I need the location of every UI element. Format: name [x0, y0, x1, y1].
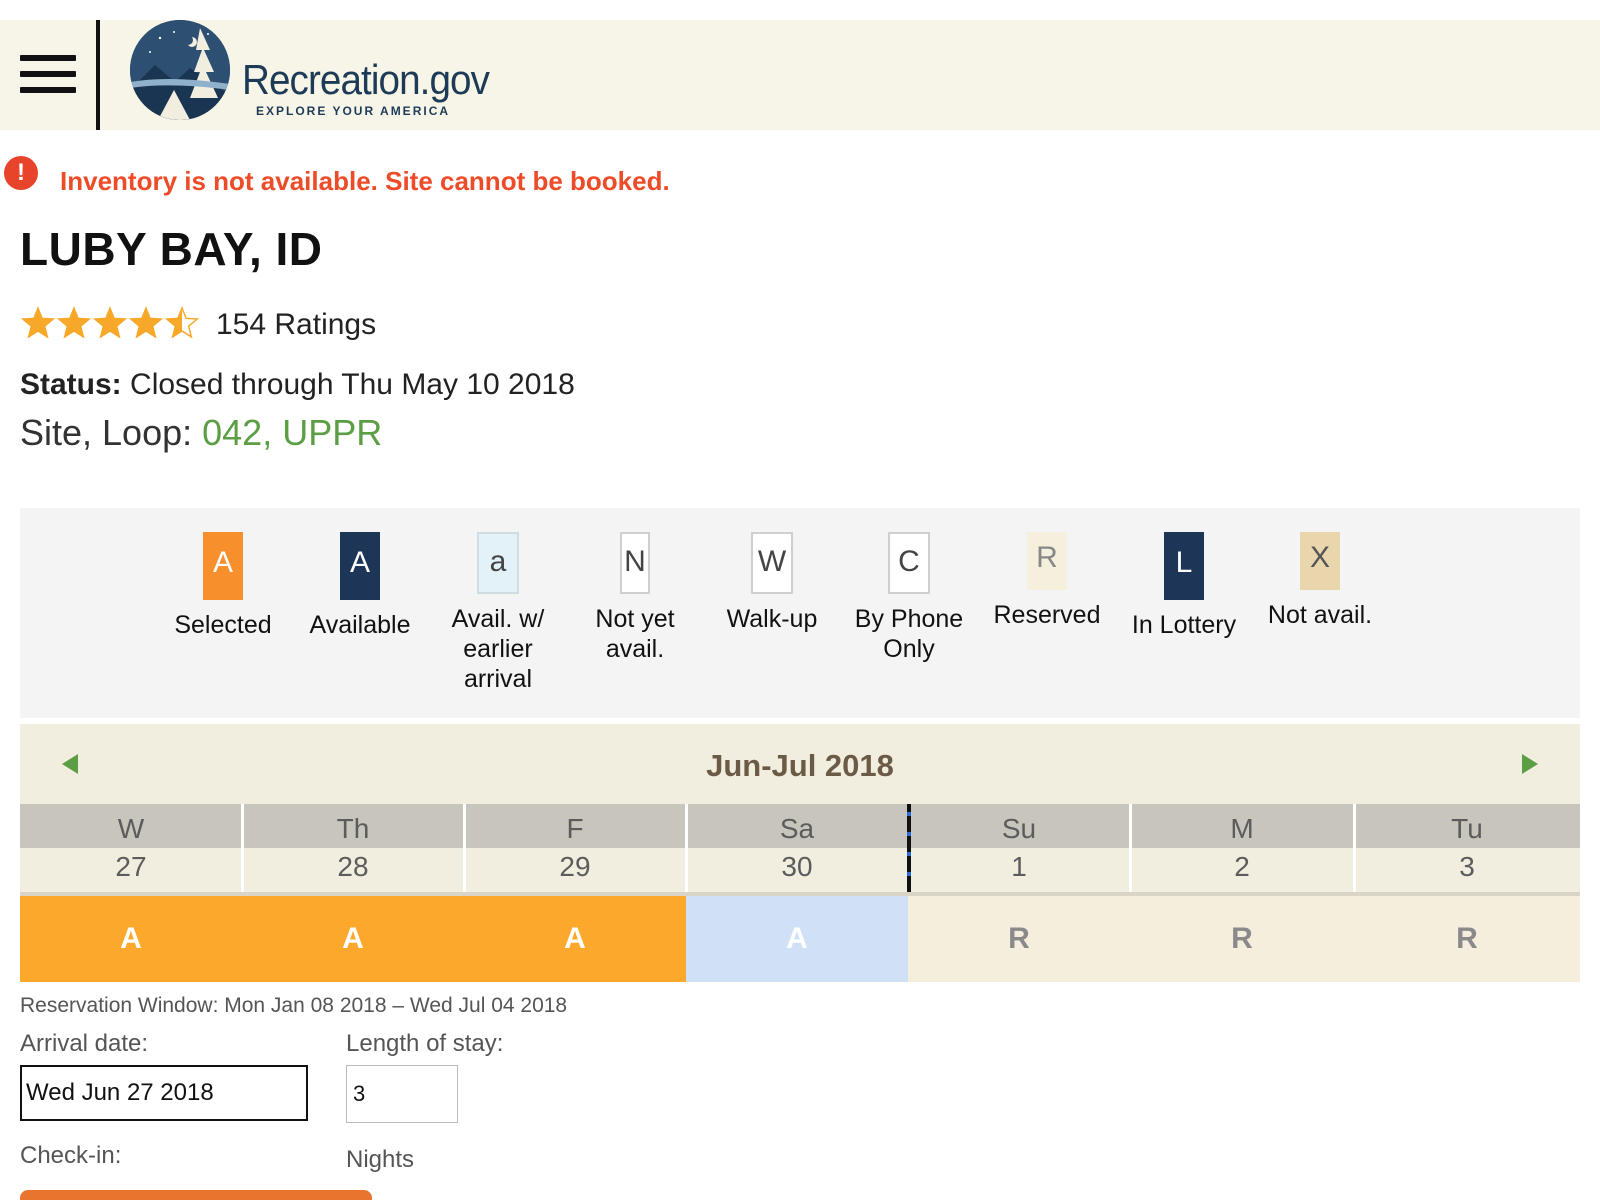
legend-item-early: a Avail. w/ earlier arrival	[433, 532, 563, 694]
arrival-date-label: Arrival date:	[20, 1030, 149, 1057]
legend-label: Not yet avail.	[595, 605, 675, 663]
availability-cell-preview[interactable]: A	[686, 896, 908, 982]
next-arrow-icon[interactable]	[1516, 750, 1544, 778]
calendar-title: Jun-Jul 2018	[706, 748, 894, 783]
reservation-window: Reservation Window: Mon Jan 08 2018 – We…	[20, 994, 568, 1017]
day-separator	[1353, 804, 1356, 896]
availability-cell-reserved: R	[1130, 896, 1354, 982]
day-number: 30	[686, 848, 908, 896]
day-of-week: Tu	[1354, 804, 1580, 848]
star-3	[92, 306, 128, 339]
status-value: Closed through Thu May 10 2018	[130, 368, 575, 401]
star-4	[128, 306, 164, 339]
alert-message: Inventory is not available. Site cannot …	[60, 166, 670, 196]
check-in-label: Check-in:	[20, 1142, 122, 1169]
day-number: 3	[1354, 848, 1580, 896]
legend-label: Avail. w/ earlier arrival	[451, 605, 545, 693]
availability-cell-selected[interactable]: A	[242, 896, 464, 982]
day-number: 27	[20, 848, 242, 896]
status-label: Status:	[20, 368, 122, 401]
logo-tagline: EXPLORE YOUR AMERICA	[256, 104, 451, 118]
availability-cell-selected[interactable]: A	[464, 896, 686, 982]
star-5	[164, 306, 200, 339]
day-of-week: Sa	[686, 804, 908, 848]
calendar-day-header: Tu 3	[1354, 804, 1580, 896]
day-of-week: F	[464, 804, 686, 848]
legend-item-walkup: W Walk-up	[707, 532, 837, 634]
day-number: 1	[908, 848, 1130, 896]
site-header: Recreation.gov EXPLORE YOUR AMERICA	[0, 20, 1600, 130]
calendar-day-header: Sa 30	[686, 804, 908, 896]
day-of-week: M	[1130, 804, 1354, 848]
legend-item-phone: C By Phone Only	[844, 532, 974, 664]
length-of-stay-label: Length of stay:	[346, 1030, 504, 1057]
star-rating-icon	[20, 306, 200, 339]
alert-exclamation-icon: !	[4, 156, 38, 190]
star-2	[56, 306, 92, 339]
availability-cell-selected[interactable]: A	[20, 896, 242, 982]
hamburger-menu-icon[interactable]	[20, 55, 76, 95]
day-of-week: Su	[908, 804, 1130, 848]
legend-item-notyet: N Not yet avail.	[570, 532, 700, 664]
site-loop-value: 042, UPPR	[202, 412, 383, 453]
legend-swatch-early: a	[477, 532, 519, 594]
day-number: 29	[464, 848, 686, 896]
calendar-day-header: Th 28	[242, 804, 464, 896]
day-of-week: W	[20, 804, 242, 848]
legend-item-lottery: L In Lottery	[1119, 532, 1249, 640]
calendar-day-header: W 27	[20, 804, 242, 896]
facility-status: Status: Closed through Thu May 10 2018	[20, 368, 575, 402]
legend-swatch-notavail: X	[1300, 532, 1340, 590]
legend-label: Not avail.	[1267, 601, 1373, 629]
length-of-stay-input[interactable]	[346, 1065, 458, 1123]
day-of-week: Th	[242, 804, 464, 848]
legend-label: Selected	[174, 611, 272, 639]
day-number: 28	[242, 848, 464, 896]
site-loop: Site, Loop: 042, UPPR	[20, 412, 382, 454]
calendar-header: Jun-Jul 2018	[20, 724, 1580, 804]
legend-label: In Lottery	[1131, 611, 1237, 639]
calendar-day-header: M2	[1130, 804, 1354, 896]
arrival-date-input[interactable]	[20, 1065, 308, 1121]
legend-swatch-reserved: R	[1027, 532, 1067, 590]
star-1	[20, 306, 56, 339]
availability-cell-reserved: R	[908, 896, 1130, 982]
legend-item-available: A Available	[295, 532, 425, 640]
day-separator	[685, 804, 688, 896]
logo-wordmark[interactable]: Recreation.gov	[242, 56, 490, 104]
recreation-logo-icon[interactable]	[130, 20, 230, 120]
legend-label: Walk-up	[726, 605, 818, 633]
rating-count[interactable]: 154 Ratings	[216, 308, 376, 342]
legend-item-notavail: X Not avail.	[1255, 532, 1385, 630]
availability-legend: A Selected A Available a Avail. w/ earlier ar…	[20, 508, 1580, 718]
day-separator	[241, 804, 244, 896]
legend-label: Available	[309, 611, 411, 639]
nights-label: Nights	[346, 1146, 415, 1173]
legend-swatch-selected: A	[203, 532, 243, 600]
legend-label: By Phone Only	[854, 605, 964, 663]
today-marker	[907, 804, 911, 892]
legend-item-selected: A Selected	[158, 532, 288, 640]
legend-label: Reserved	[993, 601, 1101, 629]
day-separator	[463, 804, 466, 896]
calendar-day-header: F 29	[464, 804, 686, 896]
legend-swatch-available: A	[340, 532, 380, 600]
legend-swatch-walkup: W	[751, 532, 793, 594]
availability-cell-reserved: R	[1354, 896, 1580, 982]
header-divider	[96, 20, 100, 130]
day-separator	[1129, 804, 1132, 896]
legend-swatch-phone: C	[888, 532, 930, 594]
availability-row: AAAARRR	[20, 896, 1580, 982]
legend-swatch-notyet: N	[620, 532, 650, 594]
facility-title: LUBY BAY, ID	[20, 223, 323, 275]
book-now-button[interactable]	[20, 1190, 372, 1200]
calendar-day-header: Su 1	[908, 804, 1130, 896]
legend-swatch-lottery: L	[1164, 532, 1204, 600]
site-loop-label: Site, Loop:	[20, 412, 193, 453]
legend-item-reserved: R Reserved	[982, 532, 1112, 630]
calendar-day-headers: W 27 Th 28 F 29 Sa 30 Su 1 M 2 Tu 3	[20, 804, 1580, 896]
day-number: 2	[1130, 848, 1354, 896]
